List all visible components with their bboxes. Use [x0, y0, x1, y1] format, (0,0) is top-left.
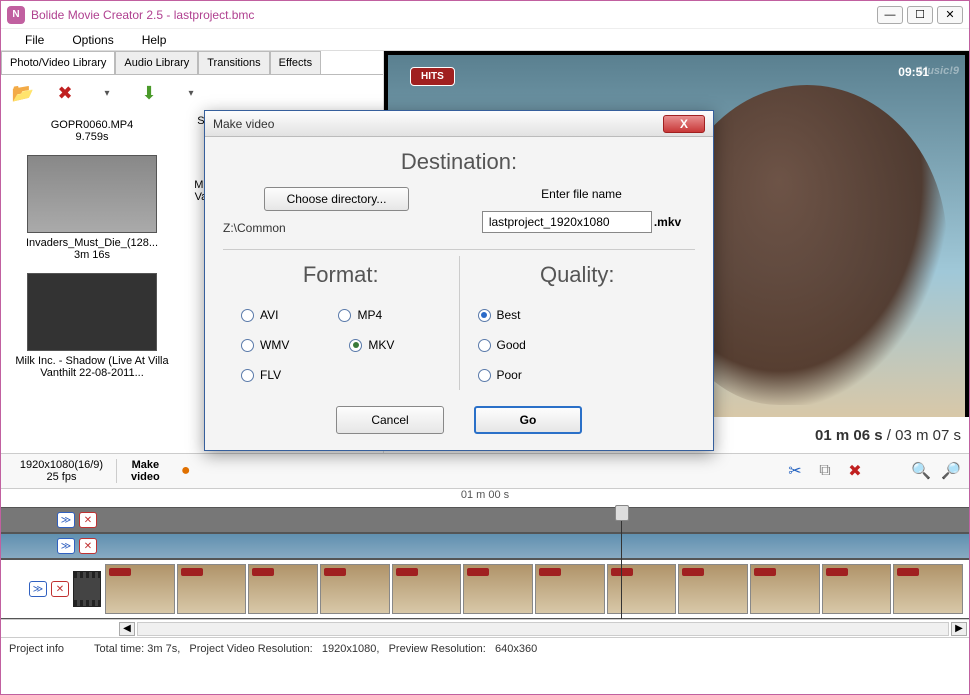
scroll-right-icon[interactable]: ▶	[951, 622, 967, 636]
menu-file[interactable]: File	[25, 33, 44, 47]
maximize-button[interactable]: ☐	[907, 6, 933, 24]
track-delete-icon[interactable]: ✕	[79, 538, 97, 554]
filename-label: Enter file name	[468, 187, 695, 201]
format-mp4-radio[interactable]: MP4	[338, 308, 382, 322]
cut-icon[interactable]: ✂	[783, 459, 807, 483]
track-delete-icon[interactable]: ✕	[51, 581, 69, 597]
make-video-dialog: Make video X Destination: Choose directo…	[204, 110, 714, 451]
directory-path: Z:\Common	[223, 221, 450, 235]
timeline-audio-track[interactable]: ≫ ✕	[1, 533, 969, 559]
delete-clip-icon[interactable]: ✖	[843, 459, 867, 483]
add-file-icon[interactable]: 📂	[9, 80, 37, 106]
tab-transitions[interactable]: Transitions	[198, 51, 269, 74]
video-clips[interactable]	[105, 564, 963, 614]
cancel-button[interactable]: Cancel	[336, 406, 444, 434]
app-icon: N	[7, 6, 25, 24]
zoom-in-icon[interactable]: 🔎	[939, 459, 963, 483]
timeline-ruler[interactable]: 01 m 00 s	[1, 489, 969, 507]
scroll-left-icon[interactable]: ◀	[119, 622, 135, 636]
window-title: Bolide Movie Creator 2.5 - lastproject.b…	[31, 8, 877, 22]
timeline-video-track[interactable]: ≫ ✕	[1, 559, 969, 619]
format-wmv-radio[interactable]: WMV	[241, 338, 289, 352]
format-flv-radio[interactable]: FLV	[241, 368, 281, 382]
hits-badge: HITS	[410, 67, 455, 86]
quality-best-radio[interactable]: Best	[478, 308, 678, 322]
destination-heading: Destination:	[223, 149, 695, 175]
format-heading: Format:	[237, 262, 445, 288]
menubar: File Options Help	[1, 29, 969, 51]
quality-poor-radio[interactable]: Poor	[478, 368, 678, 382]
preview-logo: Music!9	[918, 65, 959, 77]
library-item-name: GOPR0060.MP4	[7, 119, 177, 131]
download-icon[interactable]: ⬇	[135, 80, 163, 106]
library-item[interactable]: Invaders_Must_Die_(128... 3m 16s	[7, 155, 177, 261]
timeline-scrollbar[interactable]: ◀ ▶	[1, 619, 969, 637]
dialog-title: Make video	[213, 117, 274, 131]
minimize-button[interactable]: —	[877, 6, 903, 24]
library-item-duration: 9.759s	[7, 131, 177, 143]
filename-input[interactable]	[482, 211, 652, 233]
tab-effects[interactable]: Effects	[270, 51, 321, 74]
dialog-titlebar: Make video X	[205, 111, 713, 137]
close-button[interactable]: ✕	[937, 6, 963, 24]
quality-heading: Quality:	[474, 262, 682, 288]
format-mkv-radio[interactable]: MKV	[349, 338, 394, 352]
library-item-duration: 3m 16s	[7, 249, 177, 261]
zoom-out-icon[interactable]: 🔍	[909, 459, 933, 483]
file-extension: .mkv	[654, 215, 681, 229]
filmstrip-icon	[73, 571, 101, 607]
delete-icon[interactable]: ✖	[51, 80, 79, 106]
library-item-name: Milk Inc. - Shadow (Live At Villa Vanthi…	[7, 355, 177, 379]
copy-icon[interactable]: ⧉	[813, 459, 837, 483]
timeline: 01 m 00 s ≫ ✕ ≫ ✕ ≫ ✕	[1, 489, 969, 637]
dropdown2-icon[interactable]: ▾	[177, 80, 205, 106]
statusbar: Project info Total time: 3m 7s, Project …	[1, 637, 969, 659]
titlebar: N Bolide Movie Creator 2.5 - lastproject…	[1, 1, 969, 29]
library-item[interactable]: GOPR0060.MP4 9.759s	[7, 115, 177, 143]
playhead[interactable]	[621, 507, 622, 619]
track-expand-icon[interactable]: ≫	[29, 581, 47, 597]
quality-good-radio[interactable]: Good	[478, 338, 678, 352]
project-info-label[interactable]: Project info	[9, 643, 64, 655]
tab-audio[interactable]: Audio Library	[115, 51, 198, 74]
tab-photo-video[interactable]: Photo/Video Library	[1, 51, 115, 74]
project-res-info: 1920x1080(16/9)25 fps	[7, 459, 117, 483]
format-avi-radio[interactable]: AVI	[241, 308, 278, 322]
project-toolbar: 1920x1080(16/9)25 fps Make video ● ✂ ⧉ ✖…	[1, 453, 969, 489]
library-toolbar: 📂 ✖ ▾ ⬇ ▾	[1, 75, 383, 111]
go-button[interactable]: Go	[474, 406, 582, 434]
library-item-name: Invaders_Must_Die_(128...	[7, 237, 177, 249]
menu-help[interactable]: Help	[142, 33, 167, 47]
track-expand-icon[interactable]: ≫	[57, 512, 75, 528]
track-delete-icon[interactable]: ✕	[79, 512, 97, 528]
dropdown-icon[interactable]: ▾	[93, 80, 121, 106]
dialog-close-button[interactable]: X	[663, 115, 705, 133]
choose-directory-button[interactable]: Choose directory...	[264, 187, 410, 211]
make-video-button[interactable]: Make video	[123, 459, 168, 483]
timeline-track[interactable]: ≫ ✕	[1, 507, 969, 533]
library-item[interactable]: Milk Inc. - Shadow (Live At Villa Vanthi…	[7, 273, 177, 379]
track-expand-icon[interactable]: ≫	[57, 538, 75, 554]
playback-time: 01 m 06 s / 03 m 07 s	[815, 427, 961, 444]
record-icon[interactable]: ●	[174, 459, 198, 483]
menu-options[interactable]: Options	[72, 33, 113, 47]
